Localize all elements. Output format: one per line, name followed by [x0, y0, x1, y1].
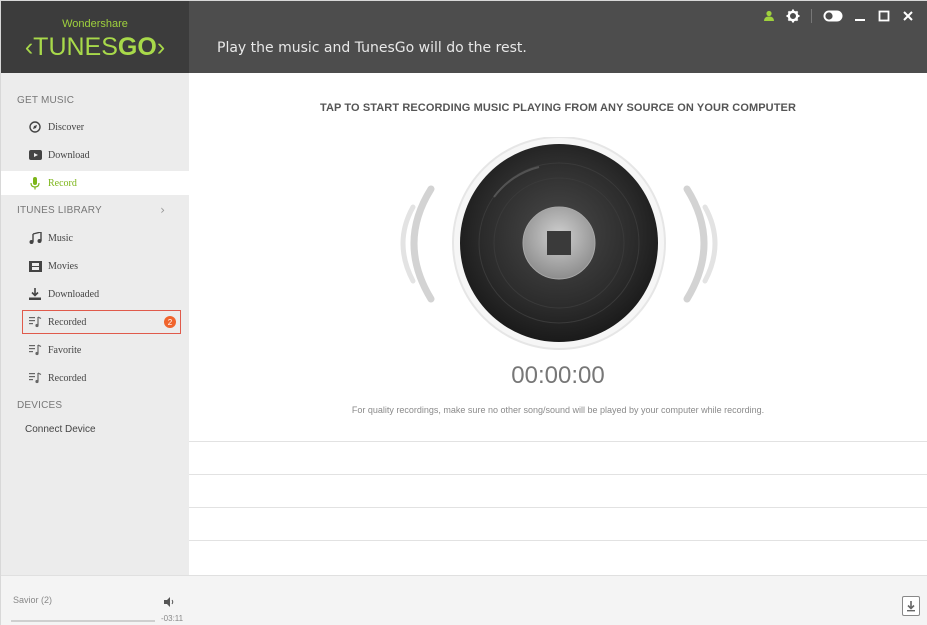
sidebar-item-label: Favorite: [48, 344, 82, 356]
brand-logo: Wondershare ‹TUNESGO›: [1, 1, 189, 73]
user-icon[interactable]: [761, 8, 777, 24]
now-playing-title: Savior (2): [13, 595, 53, 605]
sidebar-item-discover[interactable]: Discover: [1, 115, 189, 139]
list-divider: [189, 507, 927, 508]
brand-title-a: TUNES: [33, 33, 118, 61]
playlist-icon: [28, 343, 42, 357]
sidebar-item-label: Movies: [48, 260, 78, 272]
record-disc[interactable]: [389, 136, 729, 357]
main-panel: TAP TO START RECORDING MUSIC PLAYING FRO…: [189, 73, 927, 575]
controls-divider: [811, 9, 812, 23]
sidebar-item-recorded-2[interactable]: Recorded: [1, 366, 189, 390]
maximize-icon[interactable]: [876, 8, 892, 24]
sidebar-item-downloaded[interactable]: Downloaded: [1, 282, 189, 306]
brand-left-bracket: ‹: [24, 33, 34, 61]
section-devices: DEVICES: [17, 400, 63, 411]
minimize-icon[interactable]: [852, 8, 868, 24]
list-divider: [189, 540, 927, 541]
player-bar: Savior (2) -03:11: [1, 575, 927, 625]
video-icon: [28, 148, 42, 162]
brand-title-b: GO: [117, 33, 157, 61]
brand-title: ‹TUNESGO›: [1, 33, 189, 62]
sidebar-item-label: Music: [48, 232, 73, 244]
sidebar-item-favorite[interactable]: Favorite: [1, 338, 189, 362]
toggle-icon[interactable]: [822, 8, 844, 24]
list-divider: [189, 441, 927, 442]
film-icon: [28, 259, 42, 273]
section-itunes-library: ITUNES LIBRARY: [17, 205, 102, 216]
sidebar-item-record[interactable]: Record: [1, 171, 189, 195]
remaining-time: -03:11: [161, 614, 184, 623]
playlist-icon: [28, 371, 42, 385]
microphone-icon: [28, 176, 42, 190]
tagline: Play the music and TunesGo will do the r…: [217, 40, 527, 56]
sidebar-item-download[interactable]: Download: [1, 143, 189, 167]
chevron-right-icon[interactable]: ›: [160, 203, 165, 217]
sidebar-item-label: Downloaded: [48, 288, 100, 300]
app-window: Wondershare ‹TUNESGO› Play the music and…: [0, 0, 927, 625]
download-queue-button[interactable]: [902, 596, 920, 616]
highlight-box: [22, 310, 181, 334]
download-arrow-icon: [907, 601, 915, 612]
record-note: For quality recordings, make sure no oth…: [351, 405, 765, 415]
volume-icon[interactable]: [163, 593, 175, 607]
record-instruction: TAP TO START RECORDING MUSIC PLAYING FRO…: [319, 102, 797, 114]
sidebar-item-label: Discover: [48, 121, 85, 133]
brand-subtitle: Wondershare: [62, 18, 128, 30]
record-timer: 00:00:00: [511, 362, 605, 389]
header-bar: Wondershare ‹TUNESGO› Play the music and…: [1, 1, 927, 73]
sidebar-item-label: Download: [48, 149, 90, 161]
window-controls: [761, 7, 916, 25]
list-divider: [189, 474, 927, 475]
progress-bar[interactable]: [11, 620, 155, 622]
sidebar: GET MUSIC Discover Download Record ITUNE…: [1, 73, 189, 575]
sidebar-item-music[interactable]: Music: [1, 226, 189, 250]
compass-icon: [28, 120, 42, 134]
settings-icon[interactable]: [785, 8, 801, 24]
close-icon[interactable]: [900, 8, 916, 24]
connect-device-link[interactable]: Connect Device: [25, 424, 96, 435]
music-note-icon: [28, 231, 42, 245]
section-get-music: GET MUSIC: [17, 95, 75, 106]
sidebar-item-label: Record: [48, 177, 77, 189]
download-icon: [28, 287, 42, 301]
sidebar-item-label: Recorded: [48, 372, 87, 384]
sidebar-item-movies[interactable]: Movies: [1, 254, 189, 278]
brand-right-bracket: ›: [156, 33, 166, 61]
